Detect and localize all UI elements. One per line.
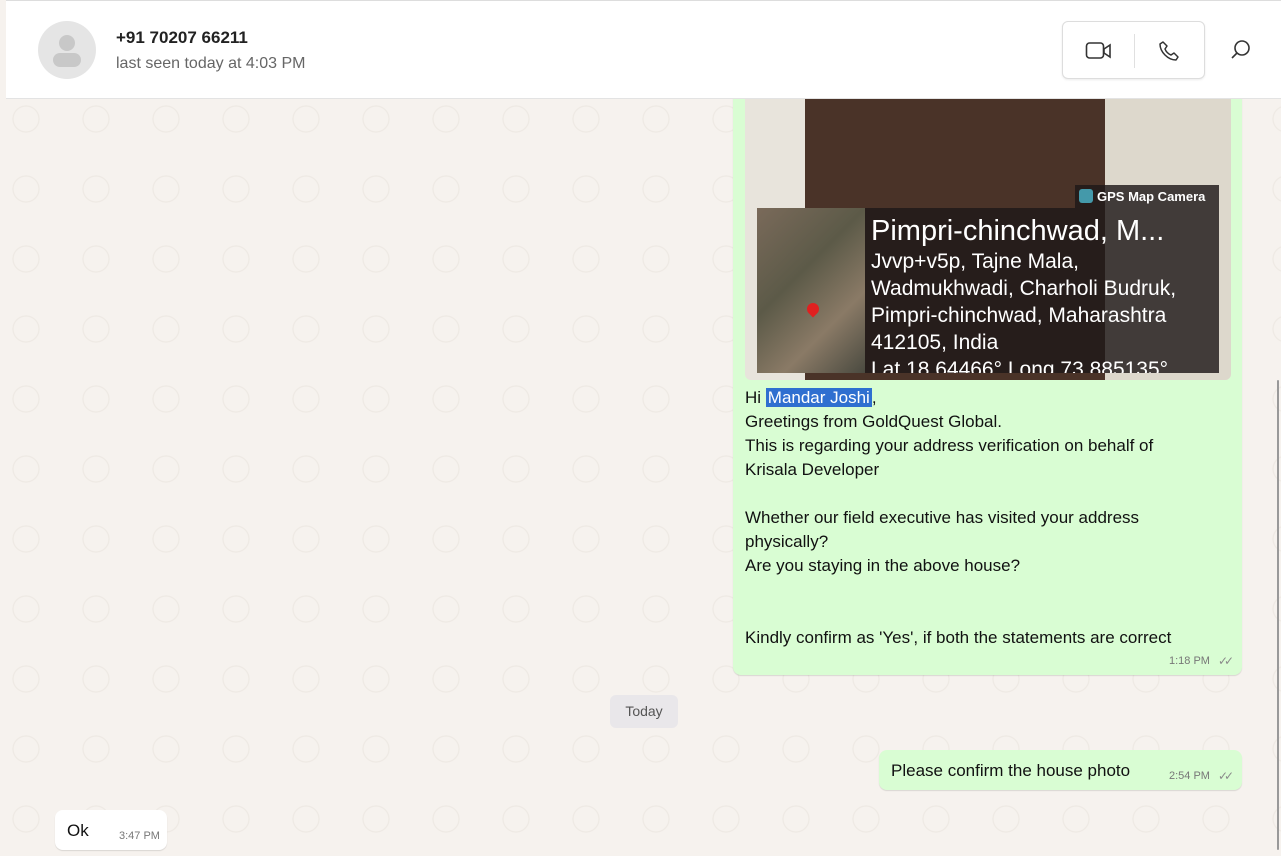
contact-name[interactable]: +91 70207 66211	[116, 28, 248, 48]
search-icon[interactable]	[1230, 39, 1252, 66]
last-seen-status: last seen today at 4:03 PM	[116, 55, 306, 72]
person-icon	[59, 35, 75, 51]
message-list[interactable]: GPS Map Camera Pimpri-chinchwad, M... Jv…	[6, 99, 1281, 856]
location-overlay: Pimpri-chinchwad, M... Jvvp+v5p, Tajne M…	[865, 208, 1219, 373]
message-bubble-incoming[interactable]: Ok 3:47 PM	[55, 810, 167, 850]
coordinates-line: Lat 18.64466° Long 73.885135°	[871, 358, 1169, 373]
greeting-text: Hi	[745, 388, 766, 407]
message-bubble-outgoing[interactable]: GPS Map Camera Pimpri-chinchwad, M... Jv…	[733, 99, 1242, 675]
message-text: Please confirm the house photo	[891, 761, 1131, 780]
double-check-icon: ✓✓	[1218, 769, 1234, 783]
punctuation: ,	[871, 388, 877, 407]
divider	[1134, 34, 1135, 68]
message-time: 1:18 PM	[1169, 655, 1210, 667]
location-title: Pimpri-chinchwad, M...	[871, 215, 1165, 247]
date-divider: Today	[610, 695, 678, 728]
address-line: Wadmukhwadi, Charholi Budruk,	[871, 277, 1177, 300]
gps-badge: GPS Map Camera	[1075, 185, 1219, 208]
phone-icon[interactable]	[1157, 39, 1181, 68]
address-line: Pimpri-chinchwad, Maharashtra	[871, 304, 1167, 327]
address-line: Jvvp+v5p, Tajne Mala,	[871, 250, 1079, 273]
message-time: 2:54 PM	[1169, 770, 1210, 782]
gps-badge-label: GPS Map Camera	[1097, 189, 1206, 204]
selected-text: Mandar Joshi	[765, 388, 872, 407]
contact-avatar[interactable]	[38, 21, 96, 79]
scrollbar[interactable]	[1277, 380, 1279, 850]
call-buttons	[1062, 21, 1205, 79]
satellite-map-thumbnail	[757, 208, 865, 373]
person-icon-body	[53, 53, 81, 67]
map-pin-icon	[804, 300, 822, 318]
gps-app-icon	[1079, 189, 1093, 203]
address-line: 412105, India	[871, 331, 999, 354]
double-check-icon: ✓✓	[1218, 654, 1234, 668]
message-bubble-outgoing[interactable]: Please confirm the house photo 2:54 PM ✓…	[879, 750, 1242, 790]
house-photo[interactable]: GPS Map Camera Pimpri-chinchwad, M... Jv…	[745, 99, 1231, 380]
message-text: Hi Mandar Joshi, Greetings from GoldQues…	[745, 386, 1225, 650]
message-text: Ok	[67, 821, 89, 840]
video-camera-icon[interactable]	[1085, 40, 1113, 67]
chat-header: +91 70207 66211 last seen today at 4:03 …	[6, 0, 1281, 99]
message-time: 3:47 PM	[119, 830, 160, 842]
message-body: Greetings from GoldQuest Global. This is…	[745, 412, 1172, 647]
